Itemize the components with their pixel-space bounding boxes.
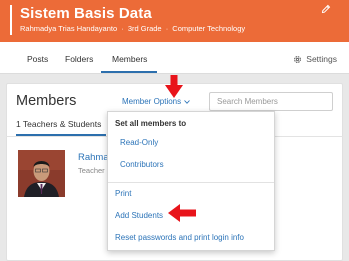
menu-item-print[interactable]: Print bbox=[115, 189, 131, 198]
tab-teachers-students[interactable]: 1 Teachers & Students bbox=[16, 119, 101, 129]
settings-button[interactable]: Settings bbox=[293, 54, 337, 64]
tab-folders[interactable]: Folders bbox=[65, 54, 93, 64]
tab-members[interactable]: Members bbox=[112, 54, 147, 64]
left-arrow-annotation-icon bbox=[168, 204, 196, 222]
gear-icon bbox=[294, 55, 302, 63]
subtitle-separator: · bbox=[165, 24, 169, 33]
member-options-menu bbox=[107, 111, 275, 251]
teacher-name[interactable]: Rahmadya Trias Handayanto bbox=[20, 24, 117, 33]
grade-label: 3rd Grade bbox=[127, 24, 162, 33]
settings-label: Settings bbox=[306, 54, 337, 64]
menu-item-add-students[interactable]: Add Students bbox=[115, 211, 163, 220]
member-avatar[interactable] bbox=[18, 150, 65, 197]
menu-item-contributors[interactable]: Contributors bbox=[120, 160, 164, 169]
menu-item-read-only[interactable]: Read-Only bbox=[120, 138, 158, 147]
course-title: Sistem Basis Data bbox=[20, 5, 152, 22]
active-tab-indicator bbox=[101, 71, 157, 73]
menu-divider bbox=[108, 182, 274, 183]
menu-heading: Set all members to bbox=[115, 119, 187, 128]
search-members-input[interactable]: Search Members bbox=[209, 92, 333, 111]
subject-label: Computer Technology bbox=[172, 24, 246, 33]
course-subtitle: Rahmadya Trias Handayanto · 3rd Grade · … bbox=[20, 24, 245, 33]
course-header: Sistem Basis Data Rahmadya Trias Handaya… bbox=[0, 0, 349, 42]
down-arrow-annotation-icon bbox=[165, 75, 183, 98]
header-accent-bar bbox=[10, 5, 12, 35]
member-role: Teacher bbox=[78, 166, 105, 175]
subtitle-separator: · bbox=[121, 24, 124, 33]
menu-item-reset-passwords[interactable]: Reset passwords and print login info bbox=[115, 233, 244, 242]
member-photo bbox=[18, 150, 65, 197]
chevron-down-icon bbox=[184, 99, 190, 104]
edit-pencil-icon[interactable] bbox=[321, 4, 331, 14]
members-heading: Members bbox=[16, 93, 77, 109]
course-tabs: Posts Folders Members Settings bbox=[0, 42, 349, 74]
tab-posts[interactable]: Posts bbox=[27, 54, 48, 64]
